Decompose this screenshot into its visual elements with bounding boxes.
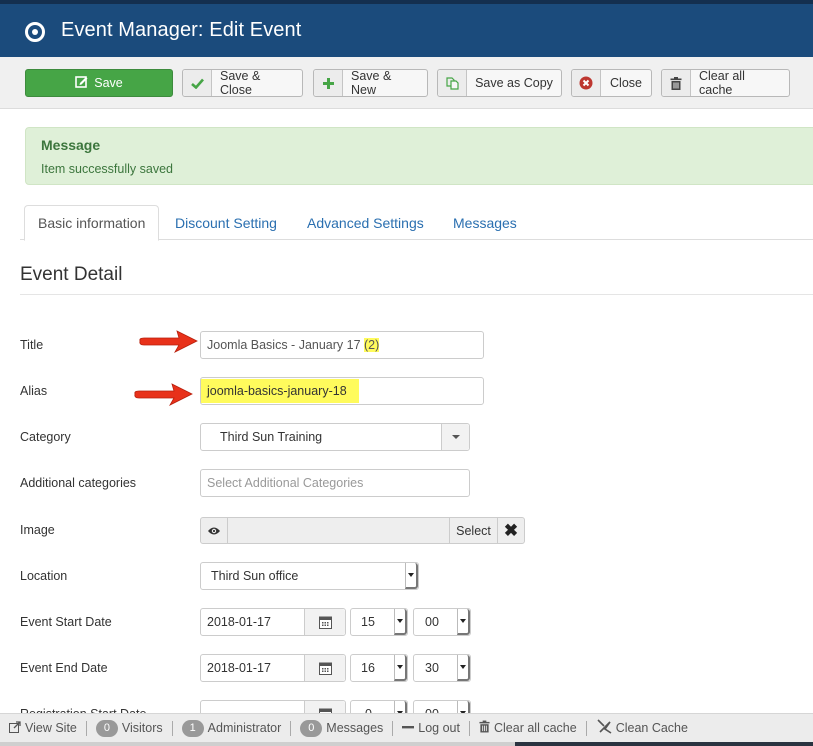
separator <box>171 720 173 736</box>
chevron-down-icon <box>460 619 466 623</box>
location-select[interactable]: Third Sun office <box>200 562 419 590</box>
logout-link[interactable]: Log out <box>402 721 460 736</box>
annotation-arrow-alias <box>134 383 193 406</box>
annotation-arrow-title <box>139 330 198 353</box>
event-end-date-input[interactable]: 2018-01-17 <box>200 654 346 682</box>
event-end-minute-select[interactable]: 30 <box>413 654 471 682</box>
external-link-icon <box>9 720 21 736</box>
event-end-hour-select[interactable]: 16 <box>350 654 408 682</box>
edit-icon <box>75 75 88 91</box>
joomla-target-icon <box>25 22 45 42</box>
location-label: Location <box>20 569 68 583</box>
administrator-indicator[interactable]: 1 Administrator <box>181 719 281 737</box>
calendar-icon[interactable] <box>304 609 345 635</box>
chevron-down-icon <box>451 435 460 439</box>
chevron-down-icon <box>397 665 403 669</box>
category-select[interactable]: Third Sun Training <box>200 423 470 451</box>
page-title: Event Manager: Edit Event <box>61 19 302 41</box>
category-dropdown-toggle[interactable] <box>441 424 469 450</box>
message-text: Item successfully saved <box>41 162 173 176</box>
event-start-minute-select[interactable]: 00 <box>413 608 471 636</box>
save-button[interactable]: Save <box>25 69 173 97</box>
trash-icon <box>479 720 490 736</box>
alias-input[interactable]: joomla-basics-january-18 <box>200 377 484 405</box>
messages-indicator[interactable]: 0 Messages <box>300 719 383 737</box>
eye-icon[interactable] <box>201 518 228 543</box>
status-bar: View Site 0 Visitors 1 Administrator 0 M… <box>0 713 813 742</box>
close-button[interactable]: Close <box>571 69 652 97</box>
admin-count-badge: 1 <box>181 719 204 737</box>
minute-dropdown-toggle[interactable] <box>457 655 470 681</box>
title-highlight: (2) <box>364 338 380 352</box>
image-picker: Select ✖ <box>200 517 525 544</box>
success-message: Message Item successfully saved <box>25 127 813 185</box>
statusbar-clear-cache-link[interactable]: Clear all cache <box>479 720 577 736</box>
image-clear-button[interactable]: ✖ <box>497 518 524 543</box>
background-strip <box>0 742 813 746</box>
message-heading: Message <box>41 137 101 153</box>
calendar-icon[interactable] <box>304 655 345 681</box>
separator <box>85 720 87 736</box>
trash-icon <box>662 70 691 96</box>
additional-categories-label: Additional categories <box>20 476 137 490</box>
title-input[interactable]: Joomla Basics - January 17 (2) <box>200 331 484 359</box>
save-close-button[interactable]: Save & Close <box>182 69 303 97</box>
page-header: Event Manager: Edit Event <box>0 4 813 57</box>
alias-label: Alias <box>20 384 48 398</box>
hour-dropdown-toggle[interactable] <box>394 609 407 635</box>
minute-dropdown-toggle[interactable] <box>457 609 470 635</box>
separator <box>290 720 292 736</box>
tab-bar: Basic information Discount Setting Advan… <box>20 205 813 241</box>
clean-cache-link[interactable]: Clean Cache <box>596 719 688 737</box>
additional-categories-input[interactable]: Select Additional Categories <box>200 469 470 497</box>
lightning-icon <box>596 719 612 737</box>
separator <box>585 720 587 736</box>
event-start-date-input[interactable]: 2018-01-17 <box>200 608 346 636</box>
title-label: Title <box>20 338 44 352</box>
category-label: Category <box>20 430 71 444</box>
clear-all-cache-button[interactable]: Clear all cache <box>661 69 790 97</box>
chevron-down-icon <box>397 619 403 623</box>
tab-basic-information[interactable]: Basic information <box>24 205 160 241</box>
tab-advanced-settings[interactable]: Advanced Settings <box>307 205 424 241</box>
section-divider <box>20 294 813 295</box>
view-site-link[interactable]: View Site <box>9 720 77 736</box>
alias-value: joomla-basics-january-18 <box>201 379 359 403</box>
event-start-hour-select[interactable]: 15 <box>350 608 408 636</box>
separator <box>392 720 394 736</box>
save-new-button[interactable]: Save & New <box>313 69 428 97</box>
visitors-count-badge: 0 <box>95 719 118 737</box>
cancel-circle-icon <box>572 70 601 96</box>
chevron-down-icon <box>408 573 414 577</box>
chevron-down-icon <box>460 665 466 669</box>
tab-discount-setting[interactable]: Discount Setting <box>175 205 277 241</box>
separator <box>469 720 470 736</box>
save-as-copy-button[interactable]: Save as Copy <box>437 69 562 97</box>
toolbar: Save Save & Close Save & New Save as Cop… <box>0 57 813 109</box>
messages-count-badge: 0 <box>300 719 323 737</box>
event-end-date-label: Event End Date <box>20 661 108 675</box>
hour-dropdown-toggle[interactable] <box>394 655 407 681</box>
minus-icon <box>402 721 415 736</box>
tab-messages[interactable]: Messages <box>453 205 517 241</box>
event-start-date-label: Event Start Date <box>20 615 112 629</box>
visitors-indicator[interactable]: 0 Visitors <box>95 719 163 737</box>
plus-icon <box>314 70 343 96</box>
image-label: Image <box>20 523 55 537</box>
copy-icon <box>438 70 467 96</box>
location-dropdown-toggle[interactable] <box>405 563 418 589</box>
section-title: Event Detail <box>20 264 123 285</box>
check-icon <box>183 70 212 96</box>
image-select-button[interactable]: Select <box>449 518 497 543</box>
